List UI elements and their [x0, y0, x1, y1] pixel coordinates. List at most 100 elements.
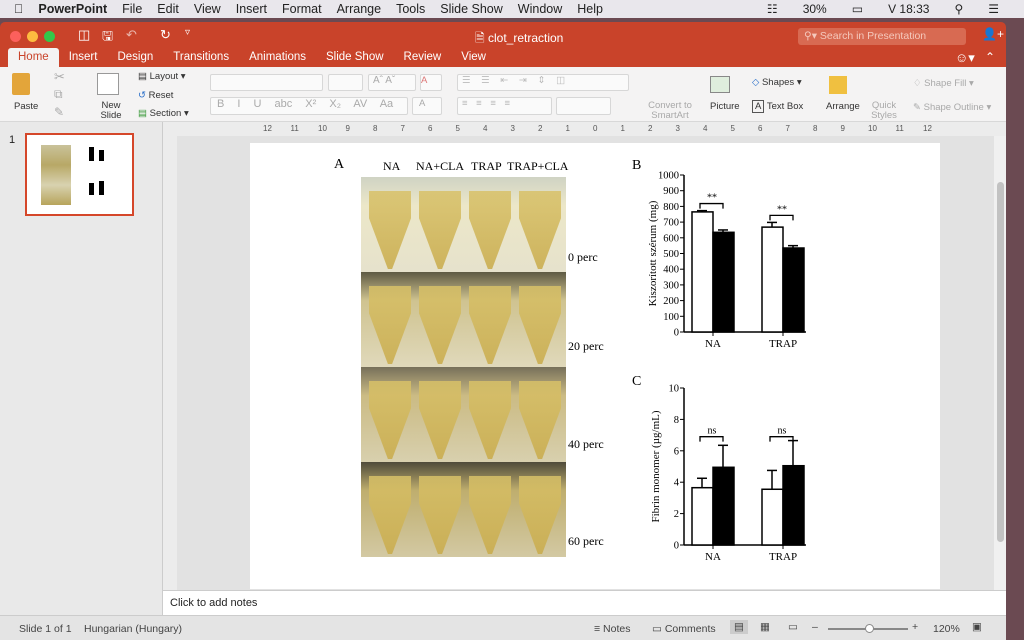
menu-tools[interactable]: Tools: [396, 2, 425, 16]
redo-icon[interactable]: ↻: [160, 27, 171, 43]
zoom-level[interactable]: 120%: [933, 623, 960, 635]
tab-home[interactable]: Home: [8, 48, 59, 67]
column-header: NA+CLA: [416, 159, 465, 173]
paste-icon[interactable]: [12, 73, 30, 95]
reset-label: Reset: [148, 90, 174, 101]
menu-insert[interactable]: Insert: [236, 2, 267, 16]
comments-button[interactable]: ▭ Comments: [652, 623, 716, 635]
reading-view-button[interactable]: ▭: [788, 621, 798, 633]
picture-icon[interactable]: [710, 76, 730, 93]
font-size-select[interactable]: [328, 74, 363, 91]
tab-view[interactable]: View: [451, 48, 496, 67]
normal-view-button[interactable]: ▤: [730, 620, 748, 634]
tab-insert[interactable]: Insert: [59, 48, 108, 67]
scrollbar-thumb[interactable]: [997, 182, 1004, 542]
alignment-buttons[interactable]: ≡ ≡ ≡ ≡: [457, 97, 552, 115]
paste-button[interactable]: Paste: [14, 101, 38, 112]
arrange-button[interactable]: Arrange: [826, 101, 860, 112]
bar: [712, 466, 735, 546]
copy-icon[interactable]: ⧉: [54, 87, 63, 102]
zoom-out-button[interactable]: –: [812, 621, 818, 633]
tab-transitions[interactable]: Transitions: [163, 48, 239, 67]
tab-animations[interactable]: Animations: [239, 48, 316, 67]
wifi-icon[interactable]: ☷: [767, 2, 778, 16]
new-slide-icon[interactable]: [97, 73, 119, 95]
menu-slide-show[interactable]: Slide Show: [440, 2, 503, 16]
customize-toolbar-icon[interactable]: ▿: [185, 27, 190, 38]
cut-icon[interactable]: ✂: [54, 69, 65, 85]
menu-edit[interactable]: Edit: [157, 2, 179, 16]
bar: [761, 488, 784, 546]
zoom-in-button[interactable]: +: [912, 621, 918, 633]
quick-styles-button[interactable]: Quick Styles: [870, 101, 898, 121]
language[interactable]: Hungarian (Hungary): [84, 623, 182, 635]
zoom-button[interactable]: [44, 31, 55, 42]
app-menu[interactable]: PowerPoint: [38, 2, 107, 16]
undo-icon[interactable]: ↶: [126, 27, 137, 43]
menu-arrange[interactable]: Arrange: [337, 2, 381, 16]
font-grow-shrink-buttons[interactable]: Aˆ Aˇ: [368, 74, 416, 91]
battery-percent[interactable]: 30%: [803, 2, 827, 16]
shape-outline-button[interactable]: ✎ Shape Outline ▾: [913, 102, 991, 113]
tube: [419, 286, 461, 364]
slide-sorter-button[interactable]: ▦: [760, 621, 770, 633]
menu-file[interactable]: File: [122, 2, 142, 16]
y-axis-label: Fibrin monomer (µg/mL): [650, 410, 662, 522]
notes-button[interactable]: ≡ Notes: [594, 623, 630, 635]
shape-fill-button[interactable]: ♢ Shape Fill ▾: [913, 78, 974, 89]
collapse-ribbon-icon[interactable]: ⌃: [985, 50, 995, 64]
section-button[interactable]: ▤ Section ▾: [138, 108, 189, 119]
y-tick-label: 900: [663, 186, 679, 197]
menu-format[interactable]: Format: [282, 2, 322, 16]
tab-slide-show[interactable]: Slide Show: [316, 48, 394, 67]
text-direction-buttons[interactable]: [556, 97, 611, 115]
paragraph-list-buttons[interactable]: ☰ ☰ ⇤ ⇥ ⇕ ◫: [457, 74, 629, 91]
smiley-feedback-icon[interactable]: ☺▾: [955, 50, 975, 66]
menu-view[interactable]: View: [194, 2, 221, 16]
text-box-button[interactable]: A Text Box: [752, 100, 803, 113]
font-style-buttons[interactable]: B I U abc X² X₂ AV Aa: [210, 97, 408, 115]
shapes-button[interactable]: ◇ Shapes ▾: [752, 77, 802, 88]
slide[interactable]: [250, 143, 940, 589]
ruler-tick: 12: [923, 124, 932, 133]
y-tick-label: 300: [663, 280, 679, 291]
ruler-tick: 2: [538, 124, 543, 133]
sidebar-toggle-icon[interactable]: ◫: [78, 27, 90, 43]
menu-help[interactable]: Help: [577, 2, 603, 16]
format-painter-icon[interactable]: ✎: [54, 105, 64, 119]
save-icon[interactable]: 🖫: [102, 27, 113, 49]
bar: [691, 211, 714, 333]
menu-window[interactable]: Window: [518, 2, 562, 16]
list-icon[interactable]: ☰: [988, 2, 999, 16]
search-input[interactable]: ⚲▾ Search in Presentation: [798, 28, 966, 45]
tab-review[interactable]: Review: [394, 48, 452, 67]
fit-to-window-icon[interactable]: ▣: [972, 621, 982, 633]
convert-smartart-button[interactable]: Convert to SmartArt: [648, 101, 692, 121]
layout-button[interactable]: ▤ Layout ▾: [138, 71, 186, 82]
slide-thumbnail[interactable]: [25, 133, 134, 216]
minimize-button[interactable]: [27, 31, 38, 42]
tube: [519, 286, 561, 364]
document-title-text: clot_retraction: [487, 31, 564, 45]
close-button[interactable]: [10, 31, 21, 42]
search-icon[interactable]: ⚲: [954, 2, 963, 16]
notes-pane[interactable]: Click to add notes: [163, 590, 1006, 615]
bar: [761, 226, 784, 333]
picture-button[interactable]: Picture: [710, 101, 740, 112]
apple-icon[interactable]: : [14, 2, 23, 16]
arrange-icon[interactable]: [829, 76, 847, 94]
share-icon[interactable]: 👤+: [982, 27, 1004, 41]
y-tick-label: 500: [663, 249, 679, 260]
reset-button[interactable]: ↺ Reset: [138, 90, 173, 101]
zoom-slider-thumb[interactable]: [865, 624, 874, 633]
y-tick-label: 1000: [658, 171, 679, 182]
ruler-tick: 5: [730, 124, 735, 133]
tab-design[interactable]: Design: [107, 48, 163, 67]
font-color-button[interactable]: A: [412, 97, 442, 115]
new-slide-button[interactable]: New Slide: [100, 101, 122, 121]
font-name-select[interactable]: [210, 74, 323, 91]
y-tick-label: 10: [669, 384, 680, 395]
clear-formatting-icon[interactable]: A: [420, 74, 442, 91]
clock[interactable]: V 18:33: [888, 2, 929, 16]
tube: [519, 191, 561, 269]
